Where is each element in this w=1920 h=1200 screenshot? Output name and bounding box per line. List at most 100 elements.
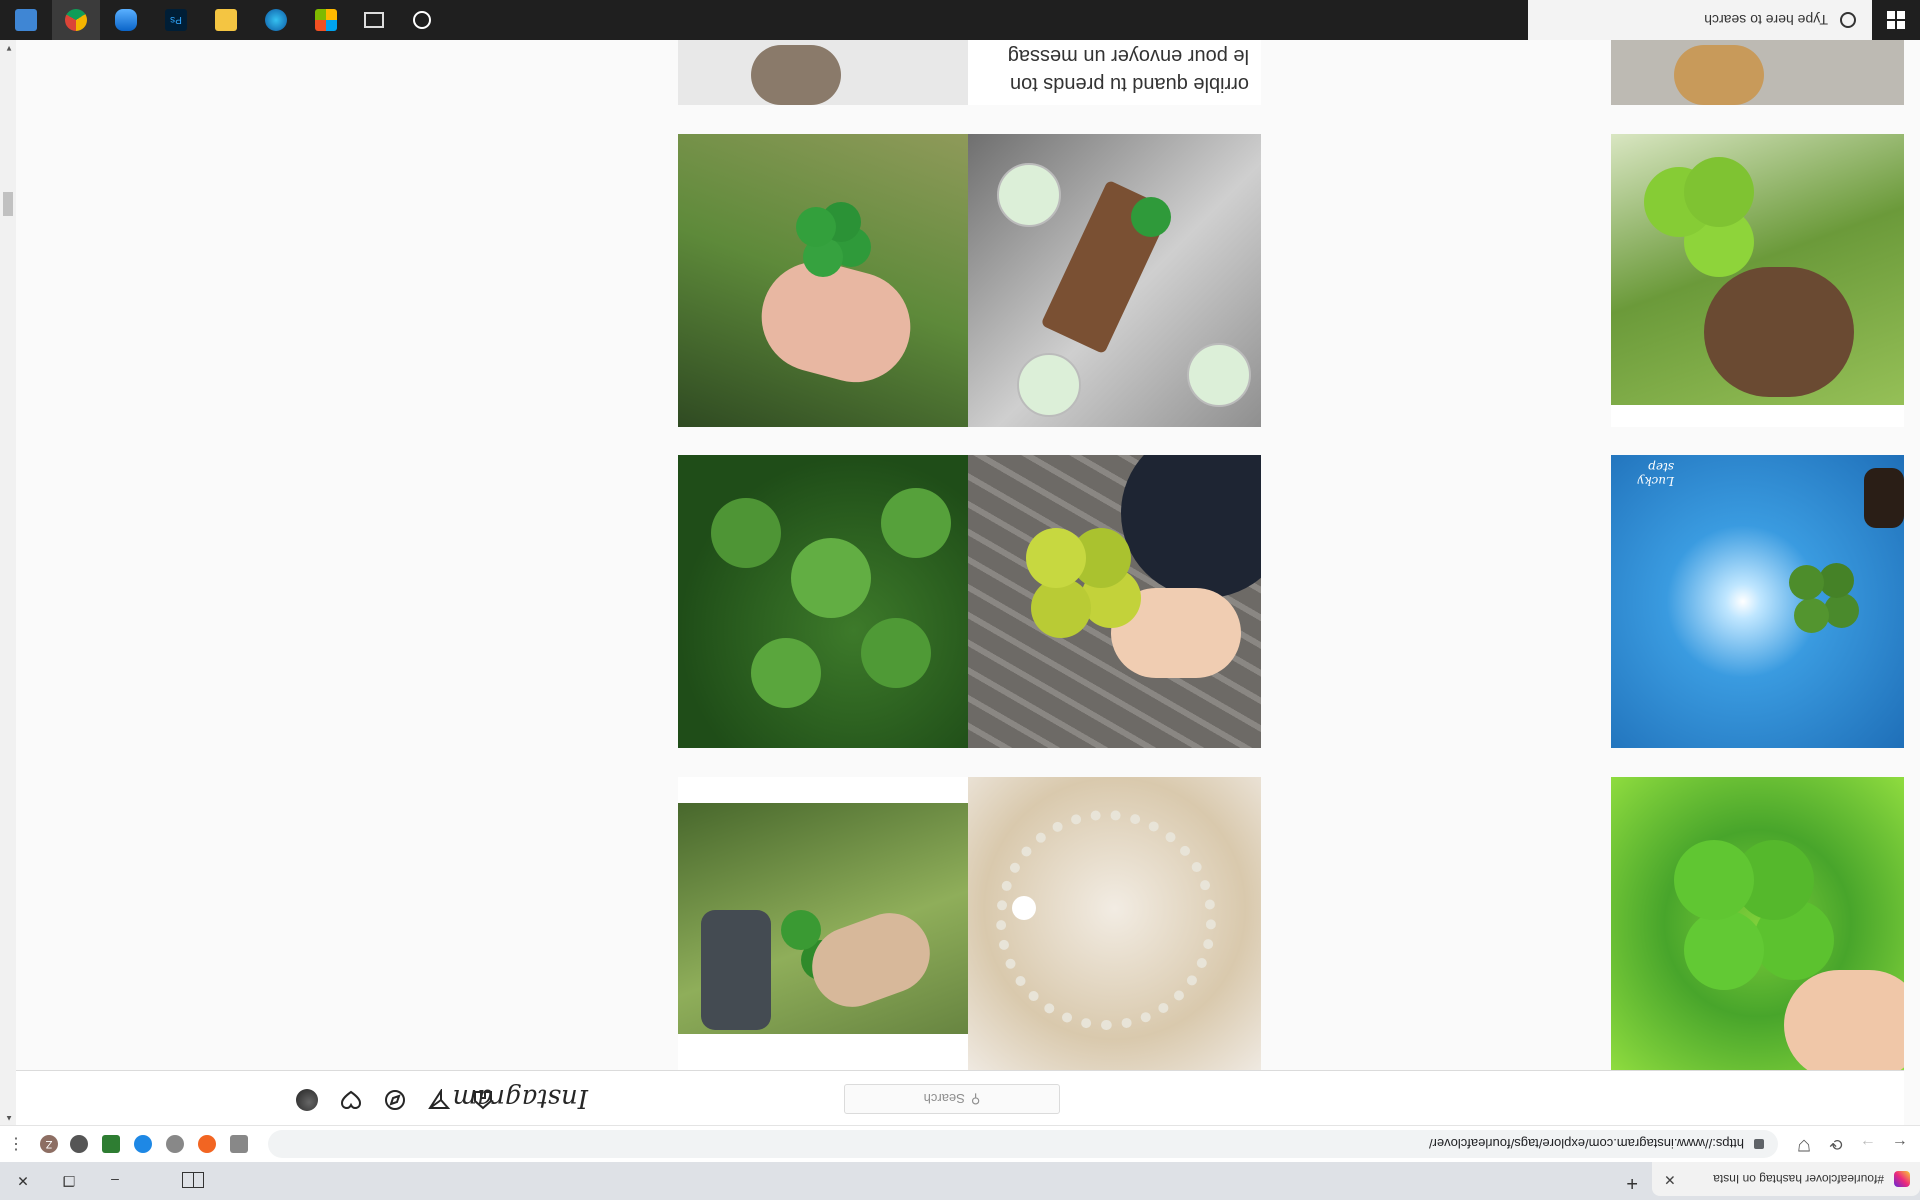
- extension-green-icon[interactable]: [102, 1135, 120, 1153]
- profile-avatar[interactable]: Z: [40, 1135, 58, 1153]
- lock-icon: [1754, 1139, 1764, 1149]
- glass-jar-shape: [1187, 343, 1251, 407]
- dog-shape: [1674, 45, 1764, 105]
- clover-shape: [1026, 528, 1086, 588]
- browser-menu-icon[interactable]: ⋮: [8, 1134, 24, 1154]
- tab-close-icon[interactable]: ✕: [1664, 1171, 1676, 1188]
- minimize-button[interactable]: –: [92, 1162, 138, 1200]
- reload-icon[interactable]: ⟳: [1824, 1132, 1848, 1156]
- search-placeholder: Search: [923, 1091, 965, 1107]
- post-caption: le pour envoyer un messag: [1007, 45, 1249, 67]
- control-panel-icon[interactable]: [2, 0, 50, 40]
- post-tile[interactable]: Lucky step: [1611, 455, 1904, 748]
- restore-button[interactable]: ❐: [46, 1162, 92, 1200]
- clover-shape: [1819, 563, 1854, 598]
- activity-heart-icon[interactable]: [340, 1089, 362, 1111]
- back-icon[interactable]: ←: [1888, 1132, 1912, 1156]
- extension-gray-icon[interactable]: [230, 1135, 248, 1153]
- tile-border: [1611, 405, 1904, 427]
- clover-shape: [881, 488, 951, 558]
- post-tile[interactable]: [1611, 40, 1904, 105]
- extensions-puzzle-icon[interactable]: [70, 1135, 88, 1153]
- chrome-icon[interactable]: [52, 0, 100, 40]
- bracelet-shape: [996, 810, 1216, 1030]
- explore-icon[interactable]: [384, 1089, 406, 1111]
- direct-message-icon[interactable]: [428, 1089, 450, 1111]
- tab-title: #fourleafclover hashtag on Insta: [1713, 1172, 1884, 1186]
- tile-border: [678, 1034, 971, 1070]
- sleeve-shape: [1121, 455, 1261, 598]
- new-tab-button[interactable]: +: [1626, 1171, 1638, 1194]
- cortana-icon[interactable]: [398, 0, 446, 40]
- post-tile[interactable]: [968, 777, 1261, 1070]
- post-tile[interactable]: [1611, 134, 1904, 427]
- screen: #fourleafclover hashtag on Insta ✕ + – ❐…: [0, 0, 1920, 1200]
- microsoft-store-icon[interactable]: [302, 0, 350, 40]
- home-icon[interactable]: [472, 1089, 494, 1111]
- clover-shape: [796, 207, 836, 247]
- instagram-header: Instagram ⚲ Search: [0, 1070, 1904, 1125]
- dog-shape: [1704, 267, 1854, 397]
- scroll-down-icon[interactable]: ▼: [5, 44, 13, 53]
- extension-circle-icon[interactable]: [166, 1135, 184, 1153]
- browser-tabbar: #fourleafclover hashtag on Insta ✕ + – ❐…: [0, 1162, 1920, 1200]
- hand-shape: [800, 901, 942, 1019]
- post-tile[interactable]: [1611, 777, 1904, 1070]
- camera-shape: [701, 910, 771, 1030]
- clover-shape: [1674, 840, 1754, 920]
- scroll-up-icon[interactable]: ▲: [5, 1114, 13, 1123]
- instagram-nav-icons: [296, 1089, 494, 1111]
- close-window-button[interactable]: ✕: [0, 1162, 46, 1200]
- photoshop-icon[interactable]: Ps: [152, 0, 200, 40]
- clover-shape: [1794, 598, 1829, 633]
- post-tile[interactable]: [968, 455, 1261, 748]
- glass-jar-shape: [1017, 353, 1081, 417]
- clover-shape: [1684, 910, 1764, 990]
- clover-shape: [781, 910, 821, 950]
- glass-jar-shape: [997, 163, 1061, 227]
- clover-shape: [1824, 593, 1859, 628]
- clover-shape: [791, 538, 871, 618]
- extension-orange-icon[interactable]: [198, 1135, 216, 1153]
- post-tile[interactable]: [678, 777, 971, 1070]
- windows-taskbar: Type here to search Ps: [0, 0, 1920, 40]
- clover-shape: [711, 498, 781, 568]
- post-tile[interactable]: [678, 134, 971, 427]
- post-caption: orrible quand tu prends ton: [1009, 73, 1249, 95]
- post-tile[interactable]: [968, 134, 1261, 427]
- instagram-search-input[interactable]: ⚲ Search: [844, 1084, 1060, 1114]
- clover-shape: [1131, 197, 1171, 237]
- onedrive-icon[interactable]: [102, 0, 150, 40]
- forward-icon[interactable]: →: [1856, 1132, 1880, 1156]
- post-tile[interactable]: [678, 40, 971, 105]
- search-icon: ⚲: [970, 1092, 981, 1107]
- instagram-profile-avatar[interactable]: [296, 1089, 318, 1111]
- scrollbar-thumb[interactable]: [3, 192, 13, 216]
- clover-shape: [861, 618, 931, 688]
- tab-layout-icon[interactable]: [182, 1172, 204, 1188]
- address-url: https://www.instagram.com/explore/tags/f…: [1428, 1136, 1744, 1152]
- face-shape: [751, 45, 841, 105]
- windows-start-icon[interactable]: [1872, 0, 1920, 40]
- instagram-favicon-icon: [1894, 1171, 1910, 1187]
- edge-icon[interactable]: [252, 0, 300, 40]
- explore-grid-viewport: Lucky step orrible quand tu prends ton l…: [16, 40, 1904, 1070]
- hand-shape: [1784, 970, 1904, 1070]
- task-view-icon[interactable]: [350, 0, 398, 40]
- browser-toolbar: ← → ⟳ ⛉ https://www.instagram.com/explor…: [0, 1125, 1920, 1162]
- taskbar-search-placeholder: Type here to search: [1704, 12, 1828, 28]
- hand-shape: [1864, 468, 1904, 528]
- browser-tab[interactable]: #fourleafclover hashtag on Insta ✕: [1652, 1162, 1920, 1196]
- file-explorer-icon[interactable]: [202, 0, 250, 40]
- clover-shape: [751, 638, 821, 708]
- tile-border: [678, 777, 971, 803]
- vertical-scrollbar[interactable]: ▲ ▼: [0, 40, 16, 1125]
- extension-blue-icon[interactable]: [134, 1135, 152, 1153]
- post-tile[interactable]: [678, 455, 971, 748]
- clover-shape: [1789, 565, 1824, 600]
- post-tile[interactable]: orrible quand tu prends ton le pour envo…: [968, 40, 1261, 105]
- bookmark-icon[interactable]: ⛉: [1792, 1132, 1816, 1156]
- taskbar-search-input[interactable]: Type here to search: [1528, 0, 1872, 40]
- search-icon: [1840, 12, 1856, 28]
- address-bar[interactable]: https://www.instagram.com/explore/tags/f…: [268, 1130, 1778, 1158]
